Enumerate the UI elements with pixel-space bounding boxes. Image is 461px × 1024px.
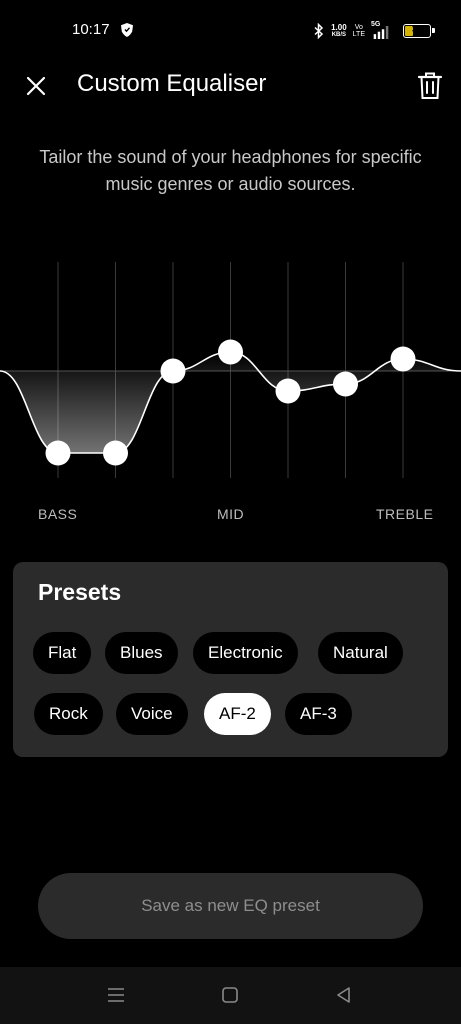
signal-icon xyxy=(373,26,389,39)
preset-chip-rock[interactable]: Rock xyxy=(34,693,103,735)
battery-icon: 36 xyxy=(403,24,435,38)
eq-band-handle-4[interactable] xyxy=(218,339,243,365)
signal-indicator: 5G xyxy=(371,21,393,40)
preset-chip-af3[interactable]: AF-3 xyxy=(285,693,352,735)
navigation-bar xyxy=(0,967,461,1024)
network-speed: 1.00 KB/S xyxy=(331,22,347,38)
close-icon[interactable] xyxy=(22,72,50,100)
bluetooth-icon xyxy=(314,23,324,39)
eq-band-handle-2[interactable] xyxy=(103,440,128,466)
eq-band-handle-1[interactable] xyxy=(45,440,71,466)
preset-chip-flat[interactable]: Flat xyxy=(33,632,92,674)
band-label-treble: TREBLE xyxy=(376,506,434,522)
presets-title: Presets xyxy=(38,579,122,605)
volte-indicator: Vo LTE xyxy=(352,24,365,38)
equalizer-graph[interactable] xyxy=(0,240,461,500)
status-time: 10:17 xyxy=(72,21,110,38)
page-title: Custom Equaliser xyxy=(77,70,267,97)
shield-icon xyxy=(121,23,133,37)
preset-chip-voice[interactable]: Voice xyxy=(116,693,188,735)
eq-band-handle-6[interactable] xyxy=(333,371,358,397)
band-label-mid: MID xyxy=(217,506,245,522)
status-bar: 10:17 1.00 KB/S Vo LTE 5G 36 xyxy=(0,0,461,62)
preset-chip-electronic[interactable]: Electronic xyxy=(193,632,298,674)
presets-panel: Presets Flat Blues Electronic Natural Ro… xyxy=(13,562,448,757)
preset-chip-af2[interactable]: AF-2 xyxy=(204,693,271,735)
back-icon[interactable] xyxy=(334,985,354,1005)
preset-chip-natural[interactable]: Natural xyxy=(318,632,403,674)
save-preset-button[interactable]: Save as new EQ preset xyxy=(38,873,423,939)
eq-band-handle-3[interactable] xyxy=(160,358,186,384)
trash-icon[interactable] xyxy=(416,71,444,101)
menu-icon[interactable] xyxy=(106,985,126,1005)
band-label-bass: BASS xyxy=(38,506,78,522)
description-text: Tailor the sound of your headphones for … xyxy=(39,147,422,194)
eq-band-handle-5[interactable] xyxy=(275,378,301,404)
eq-band-handle-7[interactable] xyxy=(390,346,416,372)
preset-chip-blues[interactable]: Blues xyxy=(105,632,178,674)
home-icon[interactable] xyxy=(220,985,240,1005)
